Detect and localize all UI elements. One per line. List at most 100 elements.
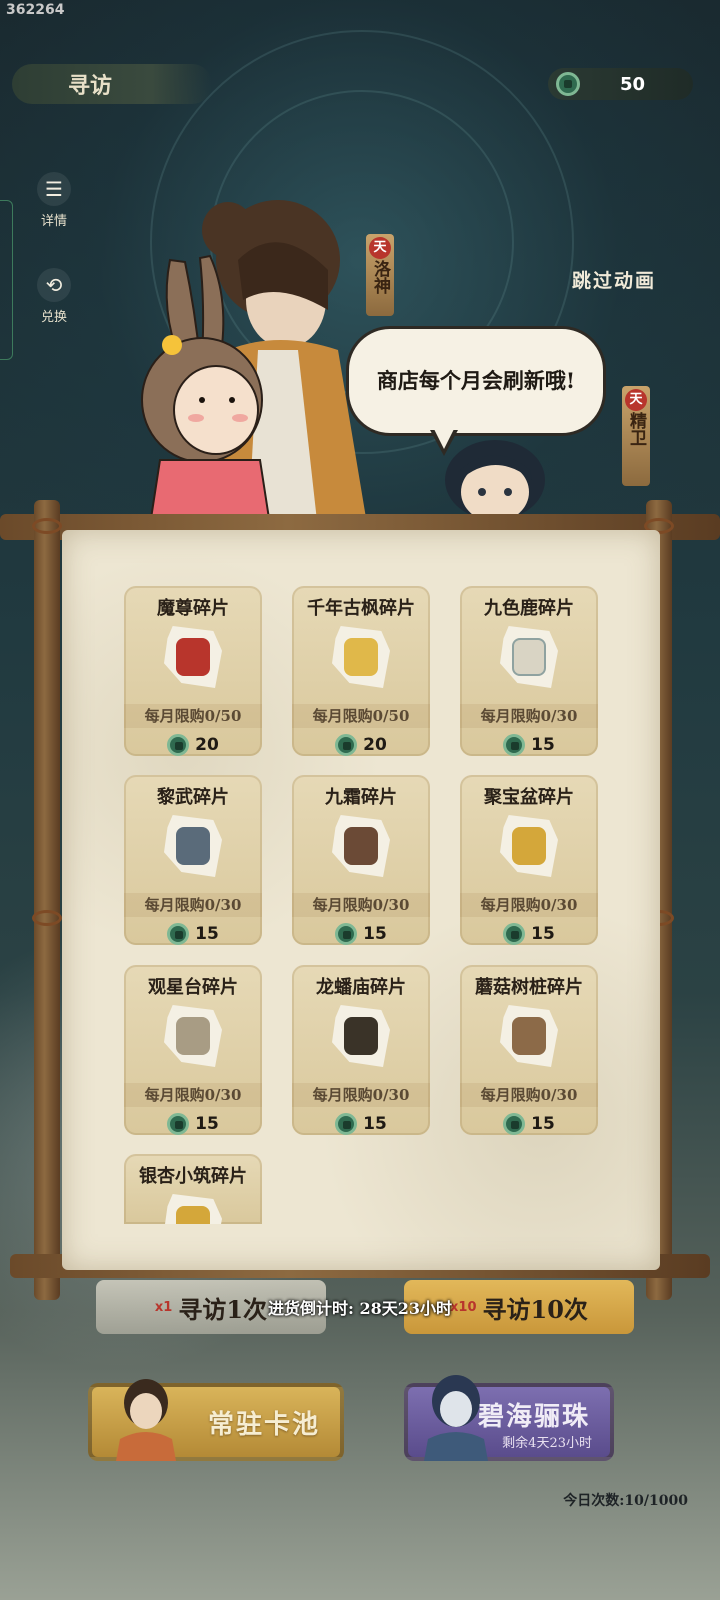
item-name: 蘑菇树桩碎片 bbox=[475, 977, 583, 998]
build-id: 362264 bbox=[6, 2, 65, 18]
details-button[interactable]: ☰ 详情 bbox=[24, 172, 84, 229]
shop-scroll-panel[interactable]: 魔尊碎片 每月限购0/50 20 千年古枫碎片 每月限购0/50 20 九色鹿碎… bbox=[62, 530, 660, 1270]
jade-coin-icon bbox=[335, 1113, 358, 1135]
item-price: 15 bbox=[124, 923, 262, 945]
character-banner: 天 精卫 bbox=[622, 386, 650, 486]
page-title: 寻访 bbox=[12, 64, 212, 104]
jade-coin-icon bbox=[556, 72, 580, 96]
side-panel-edge bbox=[0, 200, 13, 360]
item-purchase-limit: 每月限购0/30 bbox=[292, 893, 430, 917]
jade-coin-icon bbox=[167, 923, 190, 945]
skip-animation-button[interactable]: 跳过动画 bbox=[572, 266, 656, 293]
item-shard-image bbox=[164, 626, 222, 688]
item-price: 15 bbox=[124, 1113, 262, 1135]
item-name: 九色鹿碎片 bbox=[484, 598, 574, 619]
item-shard-image bbox=[164, 1005, 222, 1067]
item-price-value: 20 bbox=[363, 735, 387, 755]
item-name: 黎武碎片 bbox=[157, 787, 229, 808]
item-price: 15 bbox=[460, 734, 598, 756]
bunny-guide-illustration bbox=[141, 254, 272, 525]
shop-item-card[interactable]: 观星台碎片 每月限购0/30 15 bbox=[124, 965, 262, 1135]
item-shard-image bbox=[164, 815, 222, 877]
shop-item-card[interactable]: 蘑菇树桩碎片 每月限购0/30 15 bbox=[460, 965, 598, 1135]
banner-text: 精卫 bbox=[626, 412, 646, 446]
limited-pool-label: 碧海骊珠 bbox=[477, 1401, 590, 1432]
item-purchase-limit: 每月限购0/50 bbox=[124, 704, 262, 728]
item-price: 15 bbox=[460, 1113, 598, 1135]
rope-knot bbox=[32, 518, 62, 534]
jade-coin-icon bbox=[503, 734, 526, 756]
jade-coin-icon bbox=[167, 1113, 190, 1135]
item-shard-image bbox=[164, 1194, 222, 1224]
item-price-value: 15 bbox=[363, 924, 387, 944]
item-purchase-limit: 每月限购0/30 bbox=[460, 1083, 598, 1107]
speech-bubble-tail-inner bbox=[434, 429, 454, 449]
item-name: 聚宝盆碎片 bbox=[484, 787, 574, 808]
daily-draw-count: 今日次数:10/1000 bbox=[563, 1493, 688, 1509]
item-price-value: 15 bbox=[531, 1114, 555, 1134]
item-name: 龙蟠庙碎片 bbox=[316, 977, 406, 998]
banner-stamp: 天 bbox=[369, 237, 391, 259]
restock-countdown: 进货倒计时: 28天23小时 bbox=[267, 1299, 452, 1318]
item-price: 20 bbox=[124, 734, 262, 756]
item-price: 20 bbox=[292, 734, 430, 756]
jade-coin-icon bbox=[335, 734, 358, 756]
jade-coin-icon bbox=[503, 923, 526, 945]
details-label: 详情 bbox=[40, 214, 67, 229]
banner-text: 洛神 bbox=[370, 260, 390, 294]
banner-stamp: 天 bbox=[625, 389, 647, 411]
item-shard-image bbox=[332, 1005, 390, 1067]
item-purchase-limit: 每月限购0/30 bbox=[292, 1083, 430, 1107]
character-banner: 天 洛神 bbox=[366, 234, 394, 316]
jade-coin-icon bbox=[335, 923, 358, 945]
exchange-label: 兑换 bbox=[40, 310, 67, 325]
item-price-value: 20 bbox=[195, 735, 219, 755]
exchange-icon: ⟲ bbox=[37, 268, 71, 302]
exchange-button[interactable]: ⟲ 兑换 bbox=[24, 268, 84, 325]
item-purchase-limit: 每月限购0/30 bbox=[460, 704, 598, 728]
frame-left-pole bbox=[34, 500, 60, 1300]
shop-item-card[interactable]: 魔尊碎片 每月限购0/50 20 bbox=[124, 586, 262, 756]
item-price-value: 15 bbox=[195, 924, 219, 944]
shop-item-card[interactable]: 龙蟠庙碎片 每月限购0/30 15 bbox=[292, 965, 430, 1135]
item-price-value: 15 bbox=[363, 1114, 387, 1134]
shop-item-card[interactable]: 九色鹿碎片 每月限购0/30 15 bbox=[460, 586, 598, 756]
currency-amount: 50 bbox=[620, 73, 646, 95]
item-shard-image bbox=[500, 815, 558, 877]
item-purchase-limit: 每月限购0/50 bbox=[292, 704, 430, 728]
shop-item-card[interactable]: 黎武碎片 每月限购0/30 15 bbox=[124, 775, 262, 945]
standard-pool-button[interactable]: 常驻卡池 bbox=[88, 1379, 344, 1461]
item-shard-image bbox=[332, 626, 390, 688]
rope-knot bbox=[32, 910, 62, 926]
standard-pool-label: 常驻卡池 bbox=[207, 1409, 320, 1440]
shop-item-card[interactable]: 九霜碎片 每月限购0/30 15 bbox=[292, 775, 430, 945]
item-purchase-limit: 每月限购0/30 bbox=[124, 1083, 262, 1107]
list-icon: ☰ bbox=[37, 172, 71, 206]
item-price: 15 bbox=[460, 923, 598, 945]
item-price: 15 bbox=[292, 923, 430, 945]
item-price-value: 15 bbox=[195, 1114, 219, 1134]
jade-coin-icon bbox=[503, 1113, 526, 1135]
item-price-value: 15 bbox=[531, 735, 555, 755]
item-name: 千年古枫碎片 bbox=[307, 598, 415, 619]
limited-pool-remaining: 剩余4天23小时 bbox=[502, 1436, 592, 1451]
shop-item-card[interactable]: 银杏小筑碎片 bbox=[124, 1154, 262, 1224]
shop-item-card[interactable]: 聚宝盆碎片 每月限购0/30 15 bbox=[460, 775, 598, 945]
item-name: 九霜碎片 bbox=[325, 787, 397, 808]
item-shard-image bbox=[332, 815, 390, 877]
item-name: 观星台碎片 bbox=[148, 977, 238, 998]
item-shard-image bbox=[500, 1005, 558, 1067]
jade-coin-icon bbox=[167, 734, 190, 756]
currency-display: 50 bbox=[548, 68, 693, 100]
speech-bubble: 商店每个月会刷新哦! bbox=[346, 326, 606, 436]
item-shard-image bbox=[500, 626, 558, 688]
item-purchase-limit: 每月限购0/30 bbox=[124, 893, 262, 917]
limited-pool-button[interactable]: 碧海骊珠 剩余4天23小时 bbox=[404, 1375, 614, 1461]
item-purchase-limit: 每月限购0/30 bbox=[460, 893, 598, 917]
item-price-value: 15 bbox=[531, 924, 555, 944]
item-name: 魔尊碎片 bbox=[157, 598, 229, 619]
shop-item-card[interactable]: 千年古枫碎片 每月限购0/50 20 bbox=[292, 586, 430, 756]
item-price: 15 bbox=[292, 1113, 430, 1135]
item-name: 银杏小筑碎片 bbox=[139, 1166, 247, 1187]
standard-pool-character-portrait bbox=[116, 1379, 176, 1461]
